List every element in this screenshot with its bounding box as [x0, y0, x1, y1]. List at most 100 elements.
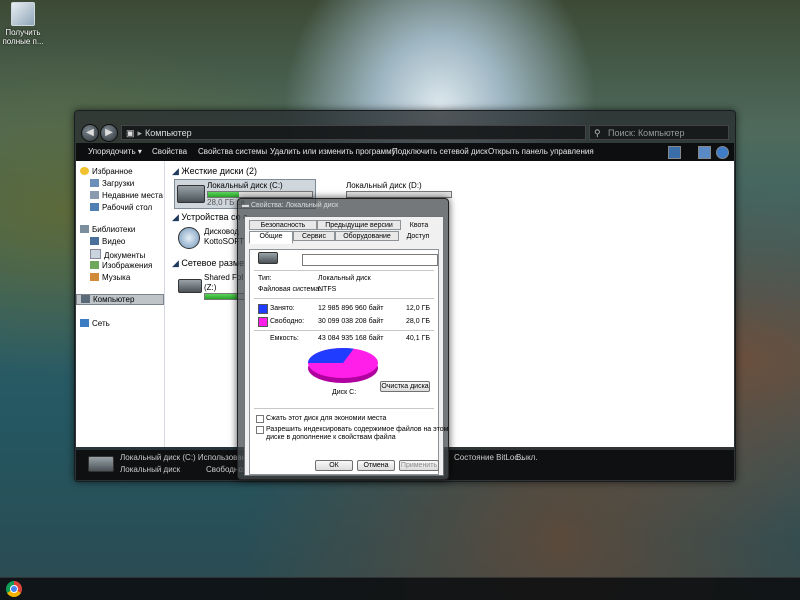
organize-button[interactable]: Упорядочить ▾ [88, 143, 142, 161]
nav-recent[interactable]: Недавние места [90, 191, 163, 200]
tab-hardware[interactable]: Оборудование [335, 231, 399, 241]
tab-security[interactable]: Безопасность [249, 220, 317, 230]
drive-d-name: Локальный диск (D:) [346, 181, 422, 190]
drive-icon: ▬ [242, 202, 251, 209]
collapse-icon: ◢ [172, 212, 182, 222]
nav-images[interactable]: Изображения [90, 261, 152, 270]
divider [254, 408, 434, 409]
index-label-1: Разрешить индексировать содержимое файло… [266, 426, 449, 433]
nav-computer[interactable]: Компьютер [76, 294, 164, 305]
program-icon [11, 2, 35, 26]
disk-usage-pie [308, 348, 378, 383]
music-icon [90, 273, 99, 281]
nav-desktop[interactable]: Рабочий стол [90, 203, 152, 212]
navigation-pane: Избранное Загрузки Недавние места Рабочи… [76, 161, 165, 447]
libraries-icon [80, 225, 89, 233]
recent-places-icon [90, 191, 99, 199]
free-space-swatch [258, 317, 268, 327]
properties-button[interactable]: Свойства [152, 143, 187, 161]
type-label: Тип: [258, 275, 272, 282]
drive-d-usage-bar [346, 191, 452, 198]
address-row: ◀ ▶ ▣ ▸ Компьютер ⚲ Поиск: Компьютер [81, 124, 729, 142]
tab-previous-versions[interactable]: Предыдущие версии [317, 220, 401, 230]
dvd-icon [178, 227, 200, 249]
taskbar [0, 577, 800, 600]
search-placeholder: Поиск: Компьютер [608, 128, 685, 138]
bitlocker-label: Состояние BitLoc... [454, 453, 526, 462]
uninstall-program-button[interactable]: Удалить или изменить программу [270, 143, 396, 161]
hard-drive-icon [88, 456, 114, 472]
bitlocker-value: Выкл. [516, 453, 538, 462]
search-icon: ⚲ [594, 128, 601, 138]
collapse-icon: ◢ [172, 258, 182, 268]
type-value: Локальный диск [318, 275, 371, 282]
desktop-icon-label-1: Получить [5, 28, 41, 37]
back-button[interactable]: ◀ [81, 124, 99, 142]
nav-music[interactable]: Музыка [90, 273, 130, 282]
volume-name-input[interactable] [302, 254, 438, 266]
free-gb: 28,0 ГБ [406, 318, 430, 325]
share-label-2: (Z:) [204, 283, 217, 292]
breadcrumb-separator-icon: ▸ [137, 128, 143, 138]
tab-service[interactable]: Сервис [293, 231, 335, 241]
video-icon [90, 237, 99, 245]
nav-favorites[interactable]: Избранное [80, 167, 133, 176]
nav-video[interactable]: Видео [90, 237, 125, 246]
used-space-swatch [258, 304, 268, 314]
search-input[interactable]: ⚲ Поиск: Компьютер [589, 125, 729, 140]
filesystem-label: Файловая система: [258, 286, 322, 293]
help-icon[interactable] [716, 146, 729, 159]
disk-label: Диск C: [332, 389, 357, 396]
details-subtitle: Локальный диск [120, 465, 181, 474]
capacity-label: Емкость: [270, 335, 299, 342]
system-properties-button[interactable]: Свойства системы [198, 143, 267, 161]
capacity-gb: 40,1 ГБ [406, 335, 430, 342]
map-network-drive-button[interactable]: Подключить сетевой диск [392, 143, 488, 161]
capacity-bytes: 43 084 935 168 байт [318, 335, 384, 342]
disk-properties-dialog: ▬ Свойства: Локальный диск Безопасность … [237, 198, 449, 480]
used-gb: 12,0 ГБ [406, 305, 430, 312]
free-bytes: 30 099 038 208 байт [318, 318, 384, 325]
divider [254, 330, 434, 331]
address-bar[interactable]: ▣ ▸ Компьютер [121, 125, 586, 140]
divider [254, 270, 434, 271]
disk-cleanup-button[interactable]: Очистка диска [380, 381, 430, 392]
documents-icon [90, 249, 101, 259]
tab-access[interactable]: Доступ [399, 231, 437, 241]
compress-checkbox[interactable] [256, 415, 264, 423]
collapse-icon: ◢ [172, 166, 182, 176]
apply-button[interactable]: Применить [399, 460, 439, 471]
ok-button[interactable]: ОК [315, 460, 353, 471]
forward-button[interactable]: ▶ [100, 124, 118, 142]
view-options-icon[interactable] [668, 146, 681, 159]
dialog-body: Безопасность Предыдущие версии Квота Общ… [244, 216, 448, 476]
desktop-icon-label-2: полные п... [2, 37, 44, 46]
free-label: Свободно: [270, 318, 305, 325]
tab-quota[interactable]: Квота [401, 220, 437, 230]
nav-network[interactable]: Сеть [80, 319, 110, 328]
drive-c-name: Локальный диск (C:) [207, 181, 283, 190]
nav-libraries[interactable]: Библиотеки [80, 225, 135, 234]
tab-general[interactable]: Общие [249, 231, 293, 244]
preview-pane-icon[interactable] [698, 146, 711, 159]
breadcrumb-computer[interactable]: Компьютер [145, 128, 192, 138]
cancel-button[interactable]: Отмена [357, 460, 395, 471]
nav-downloads[interactable]: Загрузки [90, 179, 134, 188]
divider [254, 298, 434, 299]
desktop-icon-get-full[interactable]: Получить полные п... [0, 2, 46, 46]
used-label: Занято: [270, 305, 295, 312]
general-tab-page: Тип: Локальный диск Файловая система: NT… [249, 249, 448, 475]
downloads-icon [90, 179, 99, 187]
hard-drive-icon [177, 185, 205, 203]
images-icon [90, 261, 99, 269]
desktop-icon [90, 203, 99, 211]
chrome-icon[interactable] [6, 581, 22, 597]
filesystem-value: NTFS [318, 286, 337, 293]
dialog-title: ▬ Свойства: Локальный диск [242, 202, 339, 209]
hard-drive-icon [258, 252, 278, 264]
group-hard-disks[interactable]: ◢ Жесткие диски (2) [172, 166, 257, 177]
details-title: Локальный диск (C:) Использовано: [120, 453, 253, 462]
open-control-panel-button[interactable]: Открыть панель управления [488, 143, 594, 161]
index-checkbox[interactable] [256, 426, 264, 434]
nav-documents[interactable]: Документы [90, 249, 145, 260]
